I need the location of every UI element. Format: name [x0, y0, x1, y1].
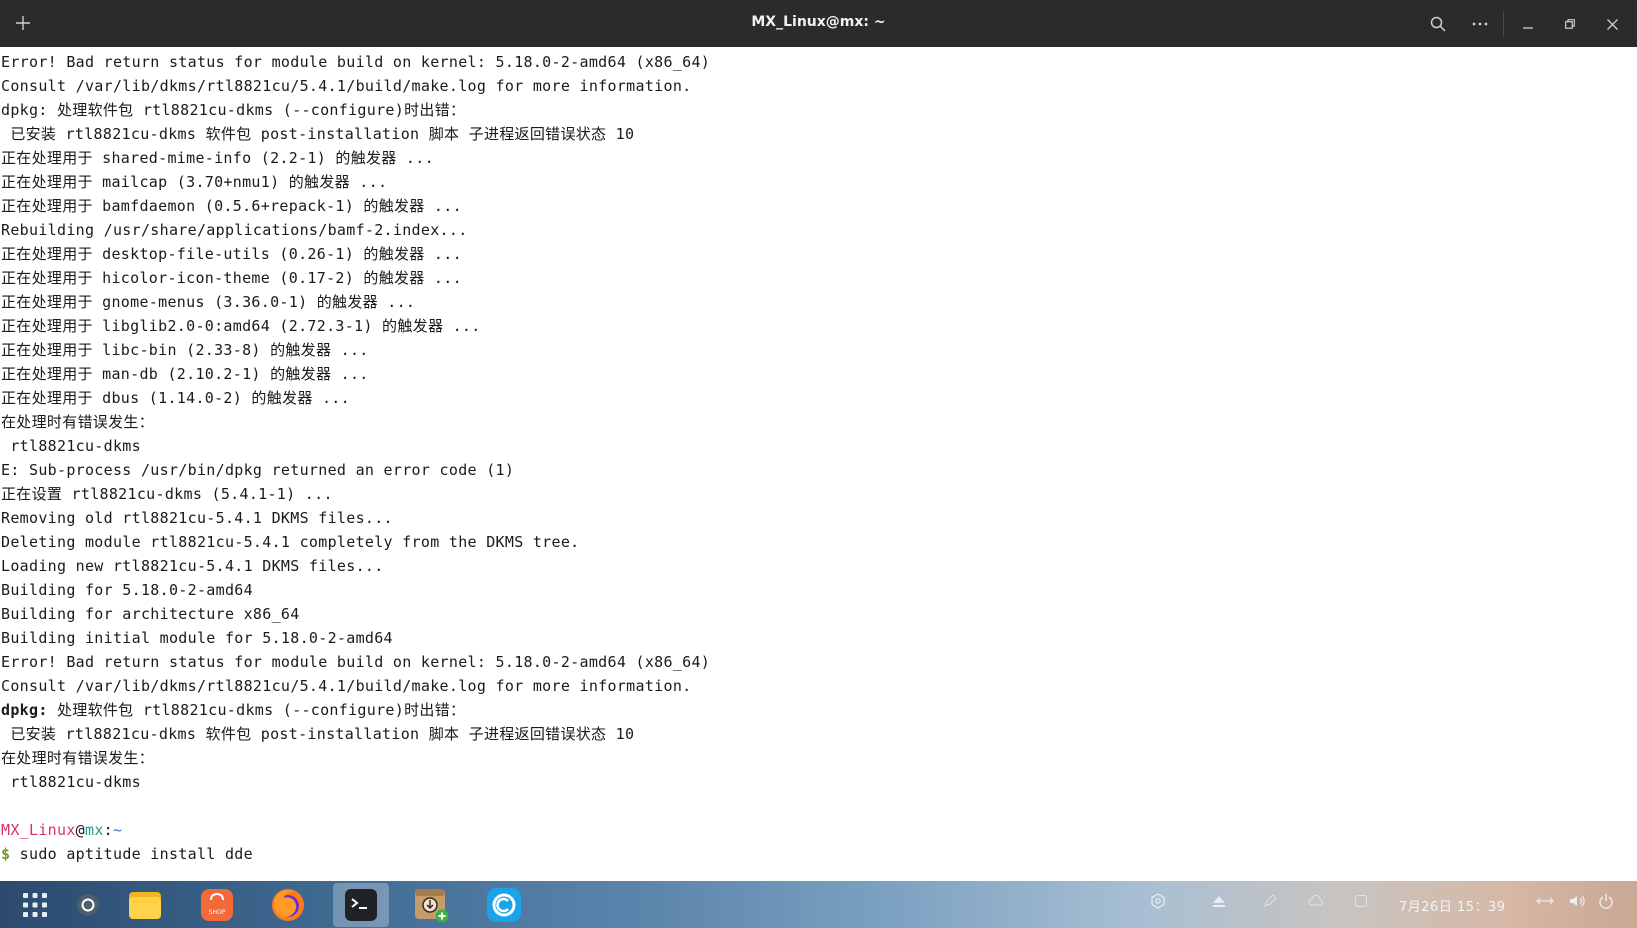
more-icon	[1472, 22, 1488, 26]
hexagon-settings-icon	[1151, 893, 1165, 909]
terminal-line: Rebuilding /usr/share/applications/bamf-…	[1, 221, 468, 239]
terminal-line: Building for 5.18.0-2-amd64	[1, 581, 253, 599]
new-tab-button[interactable]	[8, 8, 38, 38]
terminal-line: 正在处理用于 bamfdaemon (0.5.6+repack-1) 的触发器 …	[1, 197, 462, 215]
file-manager-button[interactable]	[125, 885, 165, 925]
package-installer-icon	[415, 889, 449, 923]
close-button[interactable]	[1597, 9, 1627, 39]
tray-settings-button[interactable]	[1150, 893, 1166, 913]
shell-prompt: MX_Linux@mx:~	[0, 818, 1622, 842]
dpkg-prefix: dpkg:	[1, 701, 48, 719]
window-title: MX_Linux@mx: ~	[751, 14, 886, 30]
app-store-button[interactable]: SHOP	[197, 885, 237, 925]
firefox-button[interactable]	[268, 885, 308, 925]
network-icon	[1536, 897, 1554, 905]
eject-button[interactable]	[1211, 893, 1227, 913]
notification-icon	[1354, 894, 1368, 908]
multitask-icon	[77, 894, 99, 916]
minimize-button[interactable]	[1513, 9, 1543, 39]
terminal-line: 已安装 rtl8821cu-dkms 软件包 post-installation…	[1, 725, 635, 743]
power-button[interactable]	[1598, 893, 1614, 913]
clock[interactable]: 7月26日 15：39	[1399, 896, 1506, 915]
volume-icon	[1570, 895, 1585, 907]
launcher-button[interactable]	[15, 885, 55, 925]
terminal-line: rtl8821cu-dkms	[1, 773, 141, 791]
terminal-line: rtl8821cu-dkms	[1, 437, 141, 455]
terminal-icon	[345, 889, 377, 921]
terminal-line: 正在处理用于 libglib2.0-0:amd64 (2.72.3-1) 的触发…	[1, 317, 481, 335]
cloud-icon	[1308, 894, 1324, 906]
title-bar: MX_Linux@mx: ~	[0, 0, 1637, 47]
firefox-icon	[272, 889, 304, 921]
terminal-line-error: dpkg: 处理软件包 rtl8821cu-dkms (--configure)…	[0, 698, 1622, 722]
taskbar: SHOP 7月26日 15：39	[0, 881, 1637, 928]
terminal-line: 在处理时有错误发生：	[1, 749, 155, 767]
prompt-user: MX_Linux	[1, 821, 76, 839]
prompt-path: ~	[113, 821, 123, 839]
error-text: 处理软件包 rtl8821cu-dkms (--configure)时出错：	[47, 701, 466, 719]
terminal-taskbar-button[interactable]	[333, 883, 389, 927]
multitask-button[interactable]	[68, 885, 108, 925]
terminal-line: 正在处理用于 shared-mime-info (2.2-1) 的触发器 ...	[1, 149, 434, 167]
prompt-dollar: $	[1, 845, 11, 863]
prompt-host: mx	[85, 821, 104, 839]
tray-item-2[interactable]	[1308, 893, 1324, 913]
tray-item-3[interactable]	[1353, 893, 1369, 913]
search-icon	[1430, 16, 1446, 32]
app-store-icon: SHOP	[201, 889, 233, 921]
terminal-line: Consult /var/lib/dkms/rtl8821cu/5.4.1/bu…	[1, 77, 692, 95]
eject-icon	[1213, 896, 1225, 907]
tray-item-1[interactable]	[1262, 893, 1278, 913]
folder-icon	[129, 892, 161, 919]
browser-icon	[487, 888, 521, 922]
minimize-icon	[1523, 27, 1533, 29]
power-icon	[1599, 894, 1613, 909]
browser-button[interactable]	[484, 885, 524, 925]
terminal-line: E: Sub-process /usr/bin/dpkg returned an…	[1, 461, 515, 479]
prompt-at: @	[75, 821, 85, 839]
terminal-line: Error! Bad return status for module buil…	[1, 653, 711, 671]
network-button[interactable]	[1536, 893, 1554, 913]
terminal-line: 正在设置 rtl8821cu-dkms (5.4.1-1) ...	[1, 485, 333, 503]
command-line[interactable]: $ sudo aptitude install dde	[0, 842, 1622, 866]
titlebar-separator	[1503, 12, 1504, 36]
restore-icon	[1565, 19, 1575, 29]
terminal-line: 正在处理用于 gnome-menus (3.36.0-1) 的触发器 ...	[1, 293, 416, 311]
command-text: sudo aptitude install dde	[10, 845, 253, 863]
volume-button[interactable]	[1568, 893, 1586, 913]
terminal-line: 在处理时有错误发生：	[1, 413, 155, 431]
menu-button[interactable]	[1465, 9, 1495, 39]
launcher-icon	[23, 893, 47, 917]
terminal-output[interactable]: Error! Bad return status for module buil…	[0, 47, 1622, 881]
terminal-line: Building initial module for 5.18.0-2-amd…	[1, 629, 393, 647]
terminal-line: 正在处理用于 mailcap (3.70+nmu1) 的触发器 ...	[1, 173, 388, 191]
plus-icon	[16, 16, 30, 30]
package-installer-button[interactable]	[411, 885, 451, 925]
shop-label: SHOP	[209, 909, 226, 916]
prompt-colon: :	[103, 821, 114, 839]
terminal-line: Consult /var/lib/dkms/rtl8821cu/5.4.1/bu…	[1, 677, 692, 695]
terminal-line: Removing old rtl8821cu-5.4.1 DKMS files.…	[1, 509, 393, 527]
terminal-line: 正在处理用于 hicolor-icon-theme (0.17-2) 的触发器 …	[1, 269, 462, 287]
terminal-line: Building for architecture x86_64	[1, 605, 300, 623]
terminal-line: 正在处理用于 man-db (2.10.2-1) 的触发器 ...	[1, 365, 369, 383]
search-button[interactable]	[1423, 9, 1453, 39]
terminal-line: dpkg: 处理软件包 rtl8821cu-dkms (--configure)…	[1, 101, 466, 119]
close-icon	[1606, 18, 1618, 30]
pen-icon	[1264, 894, 1277, 907]
terminal-line: 正在处理用于 dbus (1.14.0-2) 的触发器 ...	[1, 389, 350, 407]
terminal-line: Loading new rtl8821cu-5.4.1 DKMS files..…	[1, 557, 384, 575]
terminal-line: Deleting module rtl8821cu-5.4.1 complete…	[1, 533, 580, 551]
terminal-line: 正在处理用于 libc-bin (2.33-8) 的触发器 ...	[1, 341, 369, 359]
terminal-line: 正在处理用于 desktop-file-utils (0.26-1) 的触发器 …	[1, 245, 462, 263]
terminal-line: 已安装 rtl8821cu-dkms 软件包 post-installation…	[1, 125, 635, 143]
maximize-button[interactable]	[1555, 9, 1585, 39]
terminal-line: Error! Bad return status for module buil…	[1, 53, 711, 71]
